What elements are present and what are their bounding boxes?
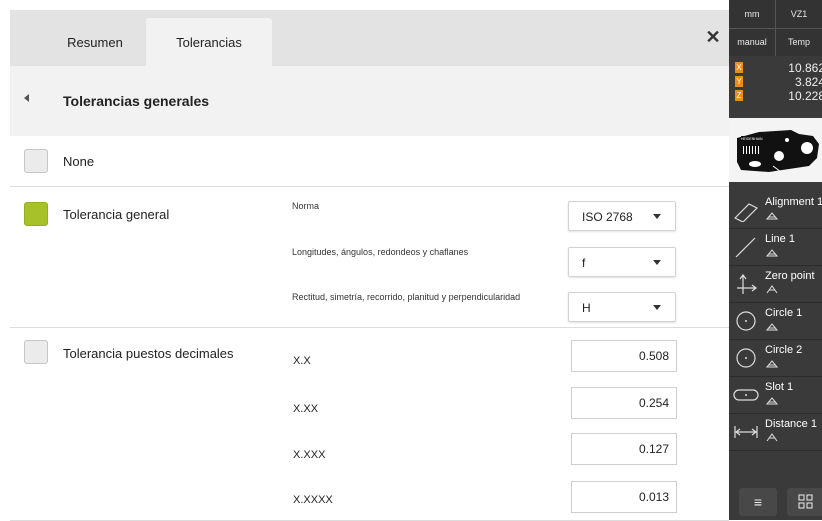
feature-item-circle-1[interactable]: Circle 1: [729, 303, 822, 340]
unit-label: mm: [744, 9, 760, 19]
grid-icon: [798, 494, 813, 509]
tolerances-dialog: Resumen Tolerancias ✕ Tolerancias genera…: [10, 10, 729, 521]
tolerance-icon: [766, 433, 778, 442]
section-header: Tolerancias generales: [10, 66, 729, 136]
none-checkbox[interactable]: [24, 149, 48, 173]
feature-name: Circle 2: [765, 344, 803, 356]
feature-item-line[interactable]: Line 1: [729, 229, 822, 266]
tab-bar: Resumen Tolerancias ✕: [10, 10, 729, 66]
straightness-dropdown[interactable]: H: [568, 292, 676, 322]
decimal-x4-input[interactable]: 0.013: [571, 481, 677, 513]
zero-point-icon: [737, 274, 757, 294]
option-none-row: None: [10, 136, 729, 187]
y-value: 3.824: [794, 75, 822, 89]
lengths-angles-label: Longitudes, ángulos, redondeos y chaflan…: [292, 247, 469, 257]
y-axis-badge: Y: [735, 76, 743, 87]
circle-icon: [736, 311, 756, 331]
tab-resumen[interactable]: Resumen: [40, 18, 150, 66]
decimal-x4-label: X.XXXX: [293, 494, 333, 506]
z-value: 10.228: [788, 89, 822, 103]
norm-label: Norma: [292, 201, 320, 211]
option-general-row: Tolerancia general Norma ISO 2768 Longit…: [10, 187, 729, 328]
feature-name: Distance 1: [765, 418, 817, 430]
vz-label: VZ1: [790, 9, 808, 19]
tolerance-icon: [766, 397, 778, 405]
decimal-x2-input[interactable]: 0.254: [571, 387, 677, 419]
decimal-x3-input[interactable]: 0.127: [571, 433, 677, 465]
tolerance-icon: [766, 212, 778, 220]
feature-list: Alignment 1 Line 1 Zero point Circle 1 C…: [729, 192, 822, 452]
mode-label: manual: [737, 37, 767, 47]
decimal-x3-label: X.XXX: [293, 449, 326, 461]
decimal-x1-label: X.X: [293, 355, 311, 367]
back-arrow-icon[interactable]: [24, 94, 29, 102]
chevron-down-icon: [653, 214, 661, 219]
feature-item-circle-2[interactable]: Circle 2: [729, 340, 822, 377]
feature-item-zero-point[interactable]: Zero point: [729, 266, 822, 303]
unit-button[interactable]: mm: [729, 0, 776, 29]
tolerance-icon: [766, 249, 778, 257]
decimal-x1-input[interactable]: 0.508: [571, 340, 677, 372]
straightness-value: H: [582, 301, 591, 315]
part-preview[interactable]: HEIDENHAIN: [729, 118, 822, 182]
decimal-checkbox[interactable]: [24, 340, 48, 364]
tolerance-icon: [766, 360, 778, 368]
lengths-angles-dropdown[interactable]: f: [568, 247, 676, 277]
feature-item-alignment[interactable]: Alignment 1: [729, 192, 822, 229]
feature-name: Circle 1: [765, 307, 803, 319]
x-axis-badge: X: [735, 62, 743, 73]
circle-icon: [736, 348, 756, 368]
section-title: Tolerancias generales: [63, 93, 210, 109]
general-checkbox[interactable]: [24, 202, 48, 226]
line-icon: [735, 237, 756, 258]
alignment-icon: [733, 203, 759, 222]
tolerance-icon: [766, 323, 778, 331]
feature-name: Line 1: [765, 233, 795, 245]
slot-icon: [733, 389, 759, 401]
inspector-sidebar: mm VZ1 manual Temp X 10.862 Y 3.824 Z 10…: [729, 0, 822, 520]
lengths-angles-value: f: [582, 256, 586, 270]
mode-button[interactable]: manual: [729, 29, 776, 56]
close-icon[interactable]: ✕: [700, 24, 726, 50]
norm-value: ISO 2768: [582, 210, 633, 224]
feature-name: Alignment 1: [765, 196, 822, 208]
grid-layout-icon[interactable]: [787, 488, 822, 516]
none-label: None: [63, 154, 95, 169]
part-preview-icon: HEIDENHAIN: [737, 130, 819, 173]
straightness-label: Rectitud, simetría, recorrido, planitud …: [292, 292, 521, 302]
temp-button[interactable]: Temp: [776, 29, 822, 56]
distance-icon: [734, 426, 758, 438]
feature-item-slot[interactable]: Slot 1: [729, 377, 822, 414]
feature-name: Slot 1: [765, 381, 794, 393]
tab-tolerancias[interactable]: Tolerancias: [146, 18, 272, 66]
chevron-down-icon: [653, 260, 661, 265]
units-panel: mm VZ1 manual Temp: [729, 0, 822, 56]
option-decimal-row: Tolerancia puestos decimales X.X 0.508 X…: [10, 328, 729, 521]
tolerance-icon: [766, 285, 778, 294]
decimal-label: Tolerancia puestos decimales: [63, 346, 234, 361]
general-label: Tolerancia general: [63, 207, 170, 222]
norm-dropdown[interactable]: ISO 2768: [568, 201, 676, 231]
x-value: 10.862: [788, 61, 822, 75]
vz-button[interactable]: VZ1: [776, 0, 822, 29]
menu-icon[interactable]: ≡: [739, 488, 777, 516]
temp-label: Temp: [787, 37, 810, 47]
logo-text: HEIDENHAIN: [741, 137, 763, 141]
feature-name: Zero point: [765, 270, 815, 282]
z-axis-badge: Z: [735, 90, 743, 101]
chevron-down-icon: [653, 305, 661, 310]
decimal-x2-label: X.XX: [293, 403, 319, 415]
coordinates-panel: X 10.862 Y 3.824 Z 10.228: [729, 58, 822, 108]
feature-item-distance[interactable]: Distance 1: [729, 414, 822, 451]
